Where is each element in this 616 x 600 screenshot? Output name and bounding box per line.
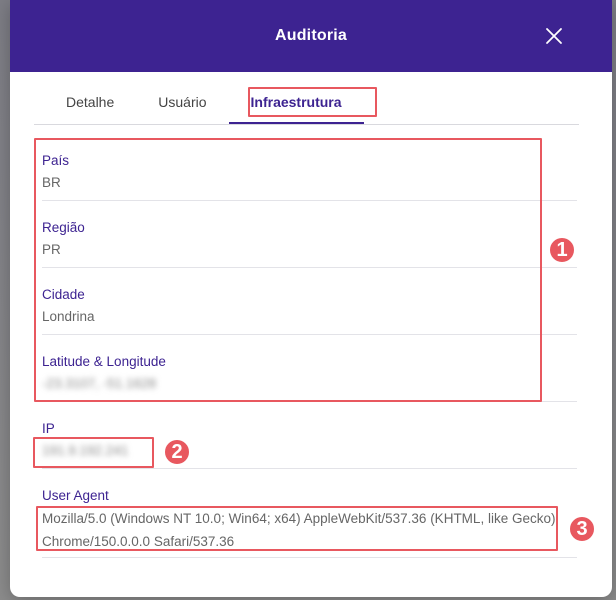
field-value: Mozilla/5.0 (Windows NT 10.0; Win64; x64… — [42, 511, 556, 549]
field-label: Latitude & Longitude — [42, 354, 166, 369]
field-value: BR — [42, 175, 61, 190]
field-value: PR — [42, 242, 61, 257]
modal-header: Auditoria — [10, 0, 612, 72]
audit-modal: Auditoria Detalhe Usuário Infraestrutura… — [10, 0, 612, 597]
close-button[interactable] — [542, 24, 566, 48]
field-regiao: Região PR — [42, 201, 577, 268]
annotation-badge-2: 2 — [163, 438, 191, 466]
field-label: IP — [42, 421, 55, 436]
tab-bar: Detalhe Usuário Infraestrutura — [34, 86, 579, 125]
field-ip: IP 191.9.192.241 — [42, 402, 577, 469]
field-label: Cidade — [42, 287, 85, 302]
field-cidade: Cidade Londrina — [42, 268, 577, 335]
field-label: Região — [42, 220, 85, 235]
field-value: 191.9.192.241 — [42, 443, 129, 458]
field-value: -23.3107, -51.1628 — [42, 376, 157, 391]
annotation-badge-3: 3 — [568, 515, 596, 543]
tab-infraestrutura[interactable]: Infraestrutura — [228, 86, 364, 124]
tab-detalhe[interactable]: Detalhe — [34, 86, 136, 124]
tab-usuario[interactable]: Usuário — [136, 86, 228, 124]
field-label: País — [42, 153, 70, 168]
field-label: User Agent — [42, 488, 109, 503]
close-icon — [546, 28, 562, 44]
field-user-agent: User Agent Mozilla/5.0 (Windows NT 10.0;… — [42, 469, 577, 558]
field-value: Londrina — [42, 309, 95, 324]
annotation-badge-1: 1 — [548, 236, 576, 264]
modal-title: Auditoria — [274, 27, 348, 44]
field-pais: País BR — [42, 140, 577, 201]
field-latitude-longitude: Latitude & Longitude -23.3107, -51.1628 — [42, 335, 577, 402]
